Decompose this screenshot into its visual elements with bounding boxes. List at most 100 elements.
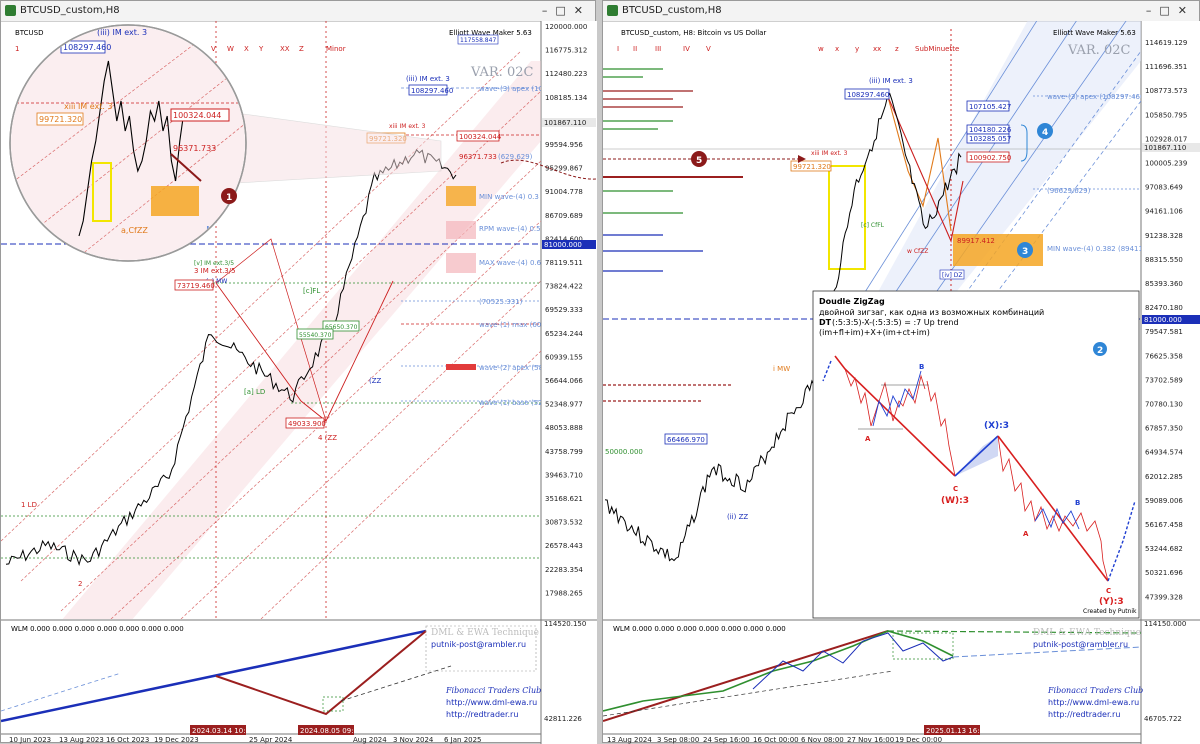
price-tick: 22283.354 [545, 566, 583, 574]
var-label: VAR. 02C [1067, 43, 1130, 58]
label-629: (629.629) [498, 153, 533, 161]
brand-title: DML & EWA Technique [431, 628, 539, 638]
label-c-cffl: [c] CfFL [861, 222, 885, 229]
label-min-wave4: MIN wave-(4) 0.3 [479, 193, 539, 201]
close-button[interactable]: ✕ [1178, 4, 1195, 17]
wlm-label: WLM 0.000 0.000 0.000 0.000 0.000 0.000 … [11, 625, 184, 633]
top-box-badge: 117558.847 [460, 37, 496, 44]
label-zz: (ZZ [369, 377, 382, 385]
price-tick: 60939.155 [545, 353, 583, 361]
minimize-button[interactable]: – [1146, 4, 1160, 17]
price-tick: 108773.573 [1145, 87, 1187, 95]
info-title: Doudle ZigZag [819, 297, 885, 306]
price-tick: 56167.458 [1145, 521, 1183, 529]
info-formula: (:5:3:5)-X-(:5:3:5) = :7 Up trend [832, 318, 959, 327]
right-chart-svg[interactable]: (iii) IM ext. 3 108297.460 xiii IM ext. … [603, 21, 1200, 744]
label-70525: (70525.331) [479, 298, 523, 306]
wlm-panel: DML & EWA Technique putnik-post@rambler.… [1, 625, 541, 723]
label-3-im-ext: 3 IM ext.3/5 [194, 267, 236, 275]
price-tick: 82470.180 [1145, 304, 1183, 312]
minimize-button[interactable]: – [542, 4, 556, 17]
time-highlight-1: 2024.03.14 10:05 [192, 727, 254, 735]
highlight-box-yellow [828, 165, 866, 270]
price-box-50000: 50000.000 [605, 448, 643, 456]
price-box-107105: 107105.427 [969, 103, 1011, 111]
label-i-mw: i MW [773, 365, 790, 373]
price-tick: 62012.285 [1145, 473, 1183, 481]
brand-site-2: http://redtrader.ru [1048, 710, 1120, 719]
left-chart-svg[interactable]: 1 LD 2 3 IM ext.3/5 [v] IM ext.3/5 (v) M… [1, 21, 597, 744]
current-price-badge: 101867.110 [544, 119, 586, 127]
price-tick: 79547.581 [1145, 328, 1183, 336]
label-Y3: (Y):3 [1099, 597, 1124, 607]
price-tick: 111696.351 [1145, 63, 1187, 71]
svg-text:2: 2 [1097, 346, 1103, 356]
label-C2: C [1106, 587, 1111, 595]
info-created: Created by Putnik [1083, 608, 1137, 615]
window-titlebar[interactable]: BTCUSD_custom,H8 –□✕ [1, 1, 595, 22]
fib-fan-band [873, 21, 1141, 321]
label-a-ld: [a] LD [244, 388, 265, 396]
price-tick: 73702.589 [1145, 376, 1183, 384]
price-tick: 100005.239 [1145, 160, 1187, 168]
window-controls: –□✕ [542, 1, 591, 21]
price-box-100902: 100902.750 [969, 154, 1011, 162]
price-tick: 48053.888 [545, 424, 583, 432]
price-tick: 65234.244 [545, 330, 583, 338]
degree-label: III [655, 45, 661, 53]
wlm-panel: DML & EWA Technique putnik-post@rambler.… [603, 628, 1143, 722]
price-tick: 56644.066 [545, 377, 583, 385]
var-label: VAR. 02C [470, 65, 533, 80]
price-tick: 97083.649 [1145, 184, 1183, 192]
degree-label: II [633, 45, 637, 53]
close-button[interactable]: ✕ [574, 4, 591, 17]
label-ii-zz: (ii) ZZ [727, 513, 748, 521]
label-2: 2 [78, 580, 82, 588]
brand-club: Fibonacci Traders Club [1047, 686, 1143, 695]
price-tick: 114619.129 [1145, 39, 1187, 47]
brand-email: putnik-post@rambler.ru [1033, 640, 1128, 649]
price-tick: 59089.006 [1145, 497, 1183, 505]
chart-window-left[interactable]: BTCUSD_custom,H8 –□✕ 1 LD 2 3 IM ext.3/5… [0, 0, 597, 744]
degree-label: w [818, 45, 824, 53]
price-tick: 39463.710 [545, 471, 583, 479]
label-B2: B [1075, 499, 1080, 507]
wlm-tick-bottom: 46705.722 [1144, 715, 1182, 723]
target-zone-min [446, 186, 476, 206]
label-A: A [865, 435, 871, 443]
price-tick: 99594.956 [545, 141, 583, 149]
zoom-magnifier: 108297.460 99721.320 100324.044 96371.73… [9, 24, 442, 262]
time-highlight: 2025.01.13 16:35 [926, 727, 988, 735]
chart-window-right[interactable]: BTCUSD_custom,H8 –□✕ (iii) IM ext. 3 108… [602, 0, 1200, 744]
label-wave1-max: wave-(1) max (60 [479, 321, 541, 329]
price-box-66466: 66466.970 [667, 436, 705, 444]
label-xiii: xiii IM ext. 3 [811, 150, 848, 157]
zoom-price-100324: 100324.044 [173, 111, 221, 120]
callout-3: 3 [1017, 242, 1033, 258]
maximize-button[interactable]: □ [555, 4, 573, 17]
price-tick: 53244.682 [1145, 545, 1183, 553]
chart-subtitle: BTCUSD_custom, H8: Bitcoin vs US Dollar [621, 29, 766, 37]
label-iv-dz: [iv] DZ [942, 272, 963, 279]
degree-label: XX [280, 45, 290, 53]
callout-1: 1 [221, 188, 237, 204]
maximize-button[interactable]: □ [1159, 4, 1177, 17]
price-tick: 76625.358 [1145, 352, 1183, 360]
price-tick: 67857.350 [1145, 425, 1183, 433]
label-1-ld: 1 LD [21, 501, 37, 509]
label-max-wave4: MAX wave-(4) 0.6 [479, 259, 542, 267]
info-formula-2: (im+fl+im)+X+(im+ct+im) [819, 328, 930, 337]
window-titlebar[interactable]: BTCUSD_custom,H8 –□✕ [603, 1, 1199, 22]
price-tick: 73824.422 [545, 283, 583, 291]
label-rpm-wave4: RPM wave-(4) 0.5 [479, 225, 541, 233]
price-tick: 17988.265 [545, 589, 583, 597]
label-w-cfzz: w CfZZ [907, 248, 928, 255]
degree-label: z [895, 45, 899, 53]
price-tick: 30873.532 [545, 519, 583, 527]
price-box-89917: 89917.412 [957, 237, 995, 245]
price-box-100324: 100324.044 [459, 133, 502, 141]
zoom-label-min: MIN [206, 225, 225, 236]
zoom-label-im-ext3: (iii) IM ext. 3 [97, 28, 147, 37]
label-96629: (96629.629) [1047, 187, 1091, 195]
target-zone-wave2 [446, 364, 476, 370]
